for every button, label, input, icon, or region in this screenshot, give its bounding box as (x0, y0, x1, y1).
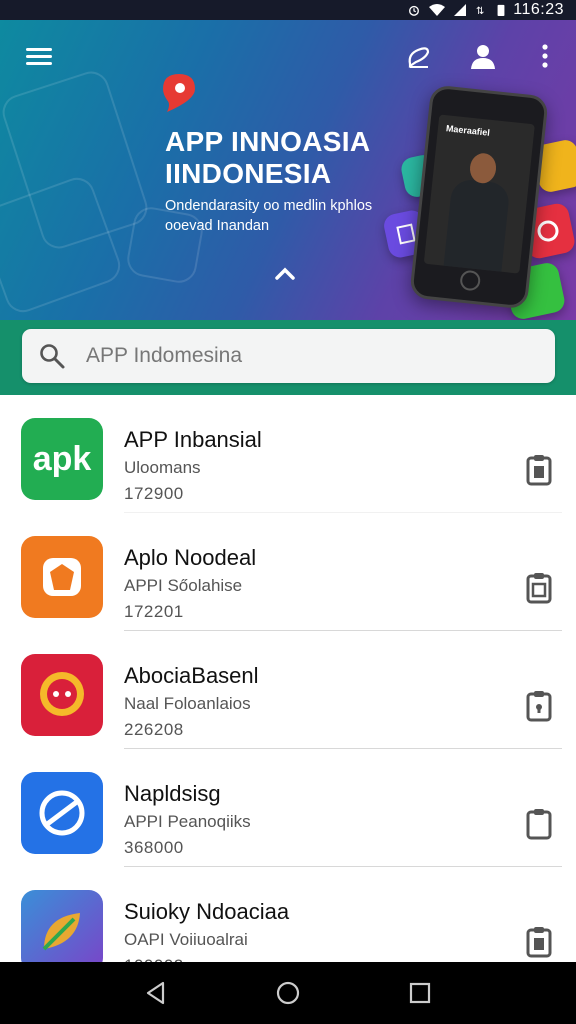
leaf-app-icon (21, 890, 103, 972)
leaf-icon (42, 913, 80, 951)
status-time: 116:23 (513, 1, 564, 18)
battery-icon (497, 4, 505, 16)
menu-icon[interactable] (24, 42, 54, 70)
list-item[interactable]: apk APP Inbansial Uloomans 172900 (0, 395, 576, 513)
app-number: 172900 (124, 484, 184, 503)
hero-title: APP INNOASIA IINDONESIA (165, 126, 370, 190)
back-icon[interactable] (143, 980, 169, 1006)
clipboard-icon[interactable] (525, 926, 553, 958)
hero-title-line2: IINDONESIA (165, 158, 332, 189)
app-name: Napldsisg (124, 781, 221, 806)
no-sign-app-icon (21, 772, 103, 854)
signal-icon (454, 4, 467, 16)
shield-app-icon (21, 536, 103, 618)
screen: ⇅ 116:23 APP INNOASIA IINDONESIA Ondenda… (0, 0, 576, 1024)
chat-app-icon (21, 654, 103, 736)
hero-subtitle-line2: ooevad Inandan (165, 218, 270, 234)
phone-screen: Maeraafiel (423, 114, 535, 274)
app-number: 226208 (124, 720, 184, 739)
svg-text:⇅: ⇅ (476, 6, 484, 16)
account-icon[interactable] (468, 42, 498, 70)
shield-icon (43, 558, 81, 596)
search-bar[interactable] (22, 329, 555, 383)
app-number: 172201 (124, 602, 184, 621)
clipboard-icon[interactable] (525, 454, 553, 486)
app-list: apk APP Inbansial Uloomans 172900 Aplo N… (0, 395, 576, 985)
chat-icon (537, 220, 559, 242)
chat-bubble-icon (40, 672, 84, 716)
phone-screen-text: Maeraafiel (445, 123, 491, 138)
hero-subtitle: Ondendarasity oo medlin kphlos ooevad In… (165, 196, 395, 236)
home-icon[interactable] (275, 980, 301, 1006)
person-image (443, 178, 511, 274)
search-icon (40, 344, 65, 369)
clipboard-icon[interactable] (525, 808, 553, 840)
data-icon: ⇅ (476, 6, 484, 16)
app-category: APPI Peanoqiiks (124, 812, 251, 831)
wifi-icon (429, 4, 446, 16)
apk-icon: apk (21, 418, 103, 500)
alarm-icon (409, 5, 420, 16)
status-bar: ⇅ 116:23 (0, 0, 576, 20)
more-vert-icon[interactable] (530, 42, 560, 70)
navigation-bar (0, 962, 576, 1024)
app-category: Uloomans (124, 458, 201, 477)
hero-banner: APP INNOASIA IINDONESIA Ondendarasity oo… (0, 20, 576, 320)
app-name: AbociaBasenl (124, 663, 259, 688)
list-item[interactable]: AbociaBasenl Naal Foloanlaios 226208 (0, 631, 576, 749)
hero-title-line1: APP INNOASIA (165, 126, 371, 157)
app-name: Aplo Noodeal (124, 545, 257, 570)
app-name: Suioky Ndoaciaa (124, 899, 290, 924)
chevron-up-icon[interactable] (274, 266, 296, 280)
list-item[interactable]: Napldsisg APPI Peanoqiiks 368000 (0, 749, 576, 867)
app-category: Naal Foloanlaios (124, 694, 251, 713)
app-number: 368000 (124, 838, 184, 857)
app-category: OAPI Voiiuoalrai (124, 930, 248, 949)
edit-icon[interactable] (404, 42, 434, 70)
search-input[interactable] (86, 344, 506, 368)
lock-clipboard-icon[interactable] (525, 690, 553, 722)
list-item[interactable]: Aplo Noodeal APPI Sőolahise 172201 (0, 513, 576, 631)
location-pin-icon (163, 74, 195, 112)
clipboard-icon[interactable] (525, 572, 553, 604)
phone-home-button (459, 269, 482, 292)
app-category: APPI Sőolahise (124, 576, 243, 595)
phone-mockup: Maeraafiel (409, 84, 549, 310)
no-sign-icon (39, 790, 85, 836)
hero-subtitle-line1: Ondendarasity oo medlin kphlos (165, 198, 373, 214)
recents-icon[interactable] (407, 980, 433, 1006)
app-name: APP Inbansial (124, 427, 262, 452)
